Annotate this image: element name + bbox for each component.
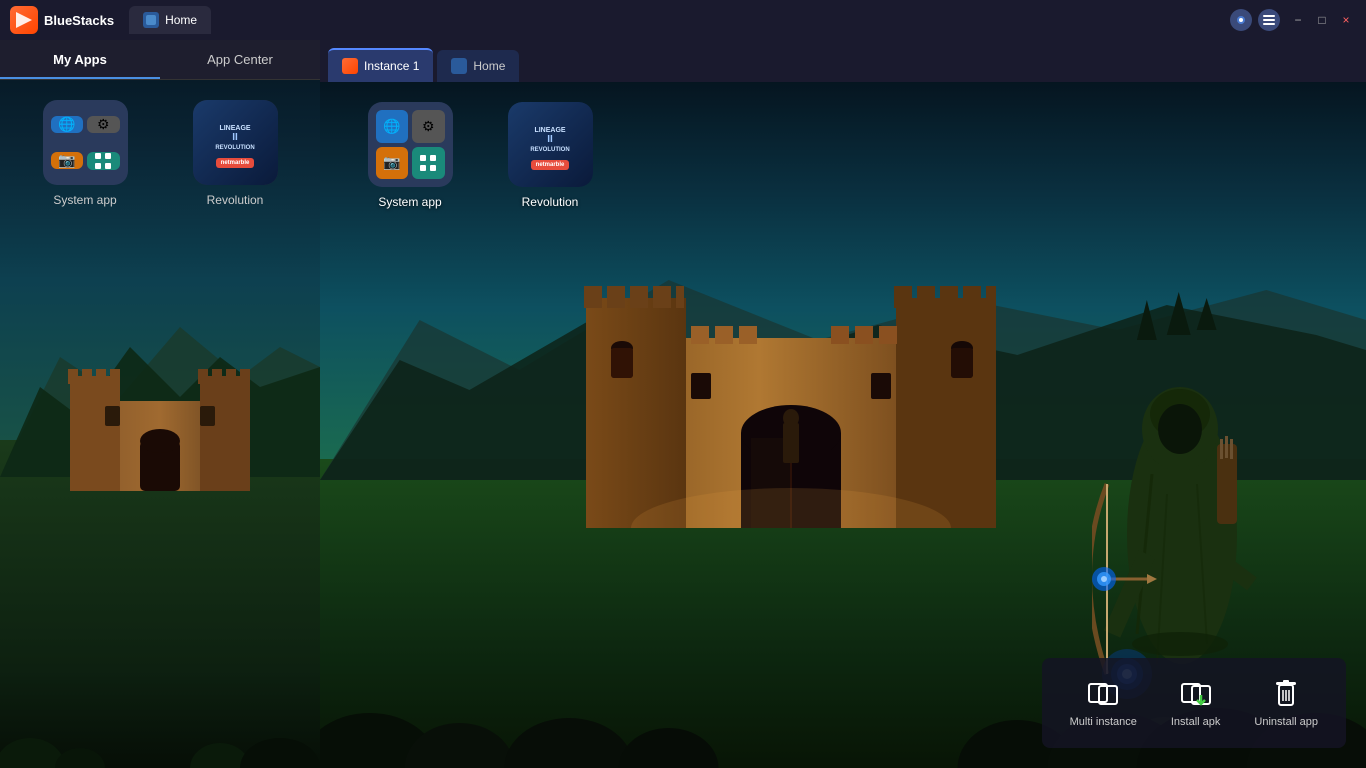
svg-text:LINEAGE: LINEAGE: [219, 125, 250, 132]
instance-apps: 🌐 ⚙ 📷: [350, 102, 610, 209]
inst-gear-icon: ⚙: [422, 118, 435, 135]
inst-grid-icon: [419, 154, 437, 172]
home-tab[interactable]: Home: [437, 50, 519, 82]
globe-icon: 🌐: [58, 116, 75, 133]
menu-btn[interactable]: [1258, 9, 1280, 31]
netmarble-badge: netmarble: [216, 158, 255, 168]
inst-gear-cell: ⚙: [412, 110, 445, 143]
my-apps-tab[interactable]: My Apps: [0, 40, 160, 79]
top-icon-group: [1230, 9, 1280, 31]
bottom-toolbar: Multi instance: [1042, 658, 1346, 748]
bluestacks-logo: BlueStacks: [10, 6, 114, 34]
castle-background: 🌐 ⚙ 📷: [320, 82, 1366, 768]
minimize-btn[interactable]: −: [1288, 10, 1308, 30]
lineage-logo-svg: LINEAGE II REVOLUTION: [210, 118, 260, 158]
inst-camera-icon: 📷: [383, 154, 400, 171]
main-content: My Apps App Center 🌐 ⚙: [0, 40, 1366, 768]
inst-lineage-icon: LINEAGE II REVOLUTION netmarble: [508, 102, 593, 187]
app-center-tab[interactable]: App Center: [160, 40, 320, 79]
inst-camera-cell: 📷: [376, 147, 409, 180]
svg-text:II: II: [232, 132, 238, 143]
bluestacks-window: BlueStacks Home: [0, 0, 1366, 768]
svg-text:REVOLUTION: REVOLUTION: [215, 145, 254, 151]
svg-text:LINEAGE: LINEAGE: [534, 127, 565, 134]
title-bar: BlueStacks Home: [0, 0, 1366, 40]
home-tab-label: Home: [473, 59, 505, 73]
gear-icon: ⚙: [97, 116, 110, 133]
bluestacks-logo-icon: [10, 6, 38, 34]
maximize-btn[interactable]: □: [1312, 10, 1332, 30]
app-grid: 🌐 ⚙ 📷: [0, 80, 320, 768]
install-apk-btn[interactable]: Install apk: [1159, 670, 1233, 736]
window-controls: − □ ×: [1288, 10, 1356, 30]
instance-1-tab[interactable]: Instance 1: [328, 48, 433, 82]
inst-netmarble-badge: netmarble: [531, 160, 570, 170]
left-panel-tabs: My Apps App Center: [0, 40, 320, 80]
inst-revolution-icon: LINEAGE II REVOLUTION netmarble: [508, 102, 593, 187]
bluestacks-name: BlueStacks: [44, 13, 114, 28]
inst-system-icon: 🌐 ⚙ 📷: [368, 102, 453, 187]
svg-text:REVOLUTION: REVOLUTION: [530, 147, 569, 153]
right-panel: Instance 1 Home: [320, 40, 1366, 768]
camera-icon: 📷: [58, 152, 75, 169]
left-panel: My Apps App Center 🌐 ⚙: [0, 40, 320, 768]
home-title-tab-label: Home: [165, 13, 197, 27]
inst-lineage-logo-svg: LINEAGE II REVOLUTION: [525, 120, 575, 160]
app-item-system[interactable]: 🌐 ⚙ 📷: [20, 100, 150, 748]
instance-content: 🌐 ⚙ 📷: [320, 82, 1366, 768]
inst-system-label: System app: [378, 195, 441, 209]
inst-app-system[interactable]: 🌐 ⚙ 📷: [350, 102, 470, 209]
uninstall-app-icon: [1270, 678, 1302, 710]
multi-instance-btn[interactable]: Multi instance: [1058, 670, 1149, 736]
install-apk-icon: [1180, 678, 1212, 710]
sys-gear-cell: ⚙: [87, 116, 120, 133]
system-app-icon: 🌐 ⚙ 📷: [43, 100, 128, 185]
sys-camera-cell: 📷: [51, 152, 84, 169]
notification-btn[interactable]: [1230, 9, 1252, 31]
lineage-icon: LINEAGE II REVOLUTION netmarble: [193, 100, 278, 185]
inst-globe-cell: 🌐: [376, 110, 409, 143]
app-item-revolution[interactable]: LINEAGE II REVOLUTION netmarble Revoluti…: [170, 100, 300, 748]
revolution-app-label: Revolution: [207, 193, 264, 207]
uninstall-app-btn[interactable]: Uninstall app: [1242, 670, 1330, 736]
instance-tab-icon: [342, 58, 358, 74]
uninstall-app-label: Uninstall app: [1254, 716, 1318, 728]
title-bar-controls: − □ ×: [1230, 9, 1356, 31]
instance-tab-label: Instance 1: [364, 59, 419, 73]
castle-svg: [531, 208, 1051, 528]
multi-instance-label: Multi instance: [1070, 716, 1137, 728]
inst-globe-icon: 🌐: [383, 118, 400, 135]
install-apk-label: Install apk: [1171, 716, 1221, 728]
inst-app-revolution[interactable]: LINEAGE II REVOLUTION netmarble Revoluti…: [490, 102, 610, 209]
system-app-label: System app: [53, 193, 116, 207]
revolution-app-icon: LINEAGE II REVOLUTION netmarble: [193, 100, 278, 185]
close-btn[interactable]: ×: [1336, 10, 1356, 30]
inst-grid-cell: [412, 147, 445, 180]
svg-text:II: II: [547, 134, 553, 145]
home-tab-icon: [451, 58, 467, 74]
multi-instance-icon: [1087, 678, 1119, 710]
instance-tabs: Instance 1 Home: [320, 40, 1366, 82]
home-title-tab[interactable]: Home: [129, 6, 211, 34]
sys-grid-cell: [87, 152, 120, 170]
sys-globe-cell: 🌐: [51, 116, 84, 133]
home-title-tab-icon: [143, 12, 159, 28]
inst-revolution-label: Revolution: [522, 195, 579, 209]
grid-icon: [94, 152, 112, 170]
